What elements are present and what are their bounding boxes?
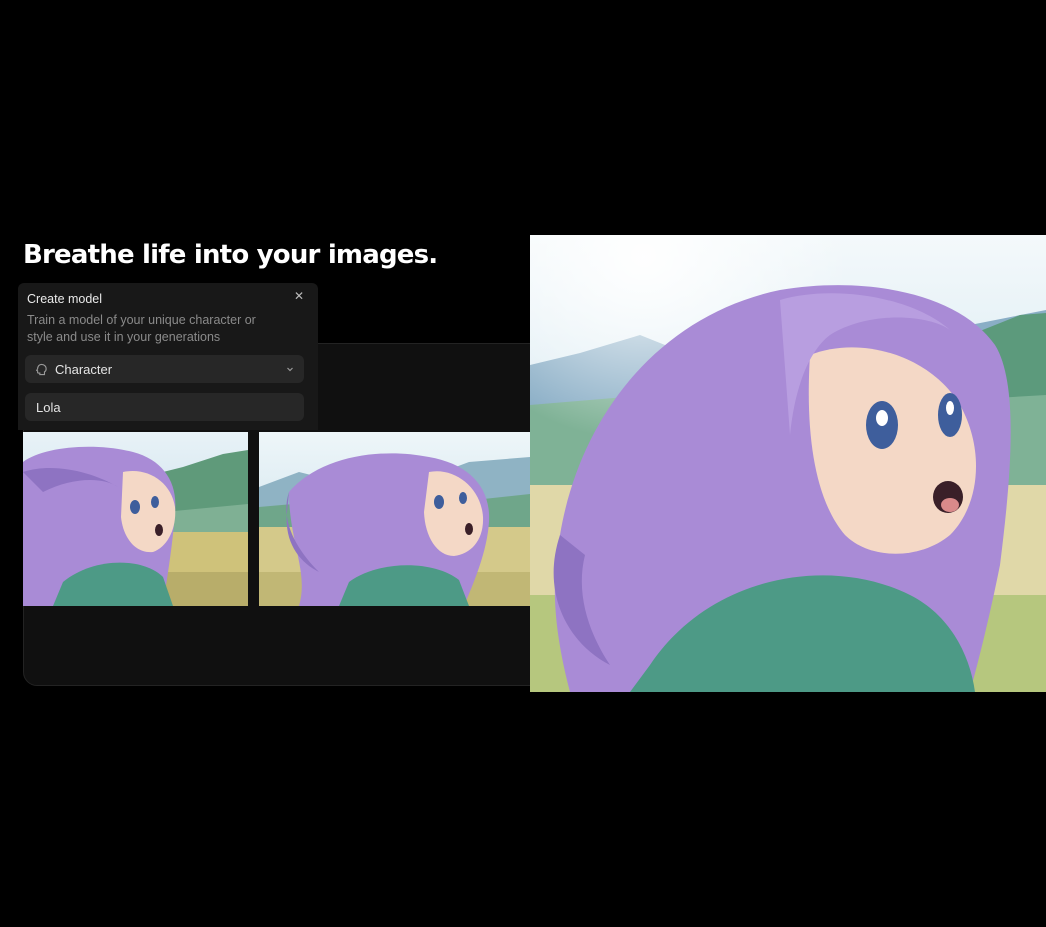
model-type-value: Character — [55, 361, 113, 377]
page-headline: Breathe life into your images. — [23, 240, 438, 270]
model-name-input[interactable] — [25, 393, 304, 421]
anime-girl-image — [530, 235, 1046, 692]
character-head-icon — [35, 363, 48, 376]
hero-image — [530, 235, 1046, 692]
create-model-dialog: Create model Train a model of your uniqu… — [18, 283, 318, 430]
chevron-down-icon — [286, 365, 294, 373]
dialog-description: Train a model of your unique character o… — [27, 313, 256, 344]
generated-image-thumbnail[interactable] — [259, 432, 530, 606]
generated-image-thumbnail[interactable] — [23, 432, 248, 606]
anime-girl-image — [259, 432, 530, 606]
model-type-select[interactable]: Character — [25, 355, 304, 383]
anime-girl-image — [23, 432, 248, 606]
dialog-title: Create model — [27, 292, 103, 306]
close-icon[interactable]: ✕ — [294, 290, 304, 302]
